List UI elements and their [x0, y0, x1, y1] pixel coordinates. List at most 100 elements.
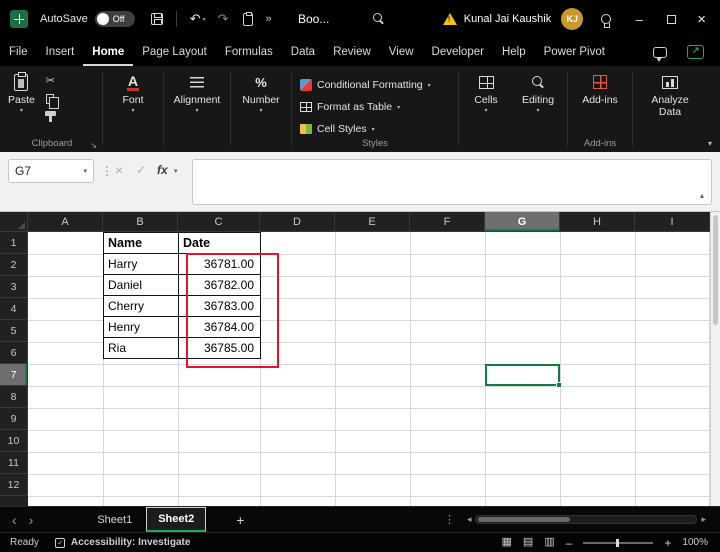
accessibility-icon[interactable]: [55, 538, 65, 548]
row-header-12[interactable]: 12: [0, 474, 28, 496]
sheet-nav-right-icon[interactable]: ›: [29, 513, 34, 527]
number-group-button[interactable]: % Number ▾: [235, 70, 287, 114]
row-header-2[interactable]: 2: [0, 254, 28, 276]
zoom-slider-knob[interactable]: [616, 539, 619, 547]
menu-tab-data[interactable]: Data: [282, 38, 324, 66]
accessibility-status[interactable]: Accessibility: Investigate: [71, 537, 191, 548]
enter-icon[interactable]: ✓: [136, 163, 146, 177]
user-name[interactable]: Kunal Jai Kaushik: [464, 13, 551, 25]
save-icon[interactable]: [151, 13, 163, 25]
row-header-6[interactable]: 6: [0, 342, 28, 364]
cells-group-button[interactable]: Cells ▾: [463, 70, 509, 114]
quick-access-overflow-icon[interactable]: »: [266, 13, 272, 25]
cancel-icon[interactable]: ×: [115, 162, 123, 178]
analyze-data-button[interactable]: Analyze Data: [637, 70, 703, 118]
menu-tab-developer[interactable]: Developer: [423, 38, 493, 66]
column-header-h[interactable]: H: [560, 212, 635, 232]
collapse-ribbon-icon[interactable]: ▾: [708, 139, 712, 148]
zoom-slider[interactable]: [583, 542, 653, 544]
menu-tab-view[interactable]: View: [380, 38, 423, 66]
format-painter-icon[interactable]: [45, 111, 56, 116]
font-group-button[interactable]: A Font ▾: [107, 70, 159, 114]
row-header-9[interactable]: 9: [0, 408, 28, 430]
cell-C1[interactable]: Date: [179, 233, 261, 254]
autosave-toggle[interactable]: Off: [95, 11, 135, 27]
row-header-10[interactable]: 10: [0, 430, 28, 452]
zoom-level[interactable]: 100%: [682, 537, 708, 548]
avatar[interactable]: KJ: [561, 8, 583, 30]
vertical-scrollbar[interactable]: [710, 212, 720, 506]
menu-tab-review[interactable]: Review: [324, 38, 380, 66]
paste-button[interactable]: Paste ▾: [6, 70, 37, 116]
dialog-launcher-icon[interactable]: ↘: [90, 141, 97, 150]
menu-tab-formulas[interactable]: Formulas: [216, 38, 282, 66]
clipboard-icon[interactable]: [243, 13, 253, 26]
format-as-table-button[interactable]: Format as Table ▾: [296, 97, 454, 117]
fill-handle[interactable]: [556, 382, 562, 388]
comments-button[interactable]: [653, 47, 667, 58]
close-button[interactable]: ×: [697, 11, 706, 28]
cells-area[interactable]: Name Date Harry 36781.00 Daniel 36782.00…: [28, 232, 710, 506]
menu-tab-help[interactable]: Help: [493, 38, 535, 66]
row-header-8[interactable]: 8: [0, 386, 28, 408]
column-header-f[interactable]: F: [410, 212, 485, 232]
lightbulb-icon[interactable]: [601, 14, 611, 24]
column-header-i[interactable]: I: [635, 212, 710, 232]
page-break-view-icon[interactable]: ▥: [544, 537, 554, 548]
menu-tab-page-layout[interactable]: Page Layout: [133, 38, 216, 66]
row-header-3[interactable]: 3: [0, 276, 28, 298]
share-button[interactable]: [687, 45, 704, 59]
add-sheet-button[interactable]: +: [236, 512, 244, 528]
scroll-right-icon[interactable]: ▸: [701, 514, 706, 525]
cell-B3[interactable]: Daniel: [104, 275, 179, 296]
column-header-b[interactable]: B: [103, 212, 178, 232]
row-header-11[interactable]: 11: [0, 452, 28, 474]
editing-group-button[interactable]: Editing ▾: [513, 70, 563, 114]
name-box[interactable]: G7 ▾: [8, 159, 94, 183]
column-header-c[interactable]: C: [178, 212, 260, 232]
restore-button[interactable]: [667, 15, 676, 24]
cell-B1[interactable]: Name: [104, 233, 179, 254]
conditional-formatting-button[interactable]: Conditional Formatting ▾: [296, 75, 454, 95]
cell-B4[interactable]: Cherry: [104, 296, 179, 317]
collapse-formula-bar-icon[interactable]: ▴: [700, 191, 704, 200]
undo-icon[interactable]: ↶: [190, 11, 201, 27]
insert-function-button[interactable]: fx: [157, 163, 168, 177]
row-header-1[interactable]: 1: [0, 232, 28, 254]
cell-styles-button[interactable]: Cell Styles ▾: [296, 119, 454, 139]
menu-tab-home[interactable]: Home: [83, 38, 133, 66]
sheet-nav-left-icon[interactable]: ‹: [12, 513, 17, 527]
addins-button[interactable]: Add-ins: [572, 70, 628, 106]
menu-tab-file[interactable]: File: [0, 38, 37, 66]
zoom-out-icon[interactable]: –: [566, 536, 573, 550]
row-header-7[interactable]: 7: [0, 364, 28, 386]
cut-icon[interactable]: ✂: [46, 76, 55, 87]
selected-cell-G7[interactable]: [485, 364, 560, 386]
formula-input[interactable]: ▴: [192, 159, 712, 205]
row-header-4[interactable]: 4: [0, 298, 28, 320]
sheet-tab-sheet1[interactable]: Sheet1: [83, 507, 146, 532]
minimize-button[interactable]: –: [632, 12, 646, 27]
page-layout-view-icon[interactable]: ▤: [523, 537, 533, 548]
warning-icon[interactable]: [443, 13, 457, 25]
column-header-g[interactable]: G: [485, 212, 560, 232]
horizontal-scrollbar[interactable]: ◂ ▸: [467, 514, 706, 525]
column-header-d[interactable]: D: [260, 212, 335, 232]
column-header-e[interactable]: E: [335, 212, 410, 232]
scroll-left-icon[interactable]: ◂: [467, 514, 472, 525]
tab-overflow-icon[interactable]: ⋮: [444, 513, 455, 526]
menu-tab-insert[interactable]: Insert: [37, 38, 84, 66]
select-all-corner[interactable]: [0, 212, 28, 232]
cell-B6[interactable]: Ria: [104, 338, 179, 359]
sheet-tab-sheet2[interactable]: Sheet2: [146, 507, 206, 532]
row-header-5[interactable]: 5: [0, 320, 28, 342]
zoom-in-icon[interactable]: +: [664, 536, 671, 550]
vertical-scrollbar-thumb[interactable]: [713, 215, 718, 325]
alignment-group-button[interactable]: Alignment ▾: [168, 70, 226, 114]
menu-tab-power-pivot[interactable]: Power Pivot: [535, 38, 614, 66]
horizontal-scrollbar-track[interactable]: [475, 515, 697, 524]
horizontal-scrollbar-thumb[interactable]: [478, 517, 570, 522]
normal-view-icon[interactable]: ▦: [502, 537, 512, 548]
cell-B5[interactable]: Henry: [104, 317, 179, 338]
copy-icon[interactable]: [46, 94, 54, 104]
